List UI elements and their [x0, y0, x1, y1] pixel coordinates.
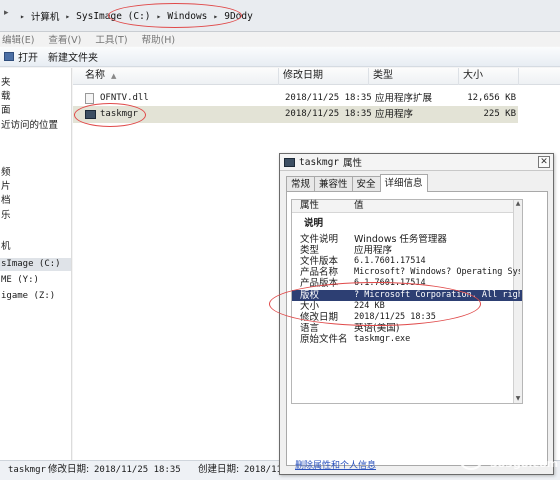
status-modified-value: 2018/11/25 18:35: [94, 465, 181, 475]
header-property[interactable]: 属性: [300, 200, 319, 212]
property-value: 应用程序: [354, 245, 393, 256]
nav-item[interactable]: 机: [0, 240, 71, 253]
property-value: taskmgr.exe: [354, 334, 411, 344]
column-size[interactable]: 大小: [459, 68, 519, 85]
property-value: Windows 任务管理器: [354, 234, 447, 245]
file-type: 应用程序: [375, 109, 414, 120]
watermark-title: 阿四三国: [490, 442, 534, 455]
column-name-label: 名称: [85, 70, 105, 81]
property-row[interactable]: 类型 应用程序: [292, 245, 522, 256]
dll-file-icon: [85, 93, 94, 104]
watermark-logo: D 阿四三国 583go.com: [458, 440, 558, 476]
file-date: 2018/11/25 18:35: [285, 93, 372, 103]
close-button[interactable]: ✕: [538, 156, 550, 168]
crumb-separator-icon: ▸: [20, 11, 25, 21]
annotation-oval: [269, 282, 481, 326]
file-date: 2018/11/25 18:35: [285, 109, 372, 119]
nav-item[interactable]: 载: [0, 90, 71, 103]
dialog-title-name: taskmgr: [299, 156, 340, 168]
dialog-title-suffix: 属性: [343, 158, 363, 169]
open-button[interactable]: 打开: [4, 49, 38, 64]
crumb-separator-icon: ▸: [65, 11, 71, 21]
sort-up-icon: ▲: [111, 72, 117, 80]
property-row[interactable]: 文件说明 Windows 任务管理器: [292, 234, 522, 245]
column-headers: 名称 ▲ 修改日期 类型 大小: [73, 68, 560, 85]
new-folder-button[interactable]: 新建文件夹: [48, 49, 98, 64]
nav-item[interactable]: 档: [0, 194, 71, 207]
file-row-ofntv[interactable]: OFNTV.dll 2018/11/25 18:35 应用程序扩展 12,656…: [73, 90, 518, 107]
file-size: 12,656 KB: [467, 93, 516, 103]
remove-properties-link[interactable]: 删除属性和个人信息: [295, 458, 376, 471]
column-date-label: 修改日期: [283, 70, 323, 81]
status-created-label: 创建日期:: [198, 464, 240, 475]
scroll-up-icon[interactable]: ▲: [514, 200, 522, 208]
navigation-pane[interactable]: 夹载面近访问的位置频片档乐机 sImage (C:) ME (Y:) igame (Z…: [0, 68, 72, 460]
address-bar[interactable]: ▸ ▸ 计算机 ▸ SysImage (C:) ▸ Windows ▸ 9Dod…: [0, 0, 560, 32]
open-label: 打开: [18, 53, 38, 64]
tab-security[interactable]: 安全: [351, 176, 381, 192]
property-row[interactable]: 文件版本 6.1.7601.17514: [292, 256, 522, 267]
watermark-icon: D: [458, 444, 484, 470]
tab-compatibility[interactable]: 兼容性: [314, 176, 353, 192]
nav-item[interactable]: 面: [0, 104, 71, 117]
nav-item[interactable]: sImage (C:): [0, 258, 71, 271]
menu-help[interactable]: 帮助(H): [142, 32, 176, 46]
property-value: Microsoft? Windows? Operating System: [354, 267, 520, 277]
column-name[interactable]: 名称 ▲: [73, 68, 279, 85]
toolbar: 打开 新建文件夹: [0, 47, 560, 67]
crumb-computer[interactable]: 计算机: [31, 9, 60, 23]
annotation-oval: [74, 103, 146, 127]
dialog-titlebar[interactable]: taskmgr 属性 ✕: [280, 154, 553, 171]
status-file-name: taskmgr: [8, 465, 46, 475]
property-key: 原始文件名: [300, 334, 348, 345]
nav-item[interactable]: 频: [0, 166, 71, 179]
dialog-tabs: 常规 兼容性 安全 详细信息: [286, 174, 428, 192]
annotation-oval: [108, 3, 242, 28]
watermark-url: 583go.com: [490, 457, 559, 470]
new-folder-label: 新建文件夹: [48, 53, 98, 64]
header-value[interactable]: 值: [354, 200, 364, 212]
nav-item[interactable]: ME (Y:): [0, 274, 71, 287]
property-row[interactable]: 原始文件名 taskmgr.exe: [292, 334, 522, 345]
nav-item[interactable]: 夹: [0, 76, 71, 89]
file-type: 应用程序扩展: [375, 93, 433, 104]
nav-item[interactable]: 近访问的位置: [0, 119, 71, 132]
nav-item[interactable]: 片: [0, 180, 71, 193]
column-size-label: 大小: [463, 70, 483, 81]
property-value: 6.1.7601.17514: [354, 256, 426, 266]
property-key: 文件说明: [300, 234, 339, 245]
taskmgr-icon: [284, 157, 295, 167]
property-key: 语言: [300, 323, 320, 334]
menu-bar: 编辑(E) 查看(V) 工具(T) 帮助(H): [0, 32, 560, 46]
menu-tools[interactable]: 工具(T): [95, 32, 127, 46]
column-type-label: 类型: [373, 70, 393, 81]
property-grid-header: 属性 值: [292, 200, 522, 213]
tab-general[interactable]: 常规: [286, 176, 316, 192]
column-date[interactable]: 修改日期: [279, 68, 369, 85]
scroll-down-icon[interactable]: ▼: [514, 395, 522, 403]
property-key: 类型: [300, 245, 320, 256]
menu-view[interactable]: 查看(V): [48, 32, 81, 46]
status-modified-label: 修改日期:: [48, 464, 90, 475]
menu-edit[interactable]: 编辑(E): [2, 32, 34, 46]
property-row[interactable]: 产品名称 Microsoft? Windows? Operating System: [292, 267, 522, 278]
file-size: 225 KB: [483, 109, 516, 119]
section-description: 说明: [304, 218, 324, 229]
property-key: 文件版本: [300, 256, 339, 267]
column-type[interactable]: 类型: [369, 68, 459, 85]
open-icon: [4, 52, 14, 61]
nav-item[interactable]: 乐: [0, 209, 71, 222]
nav-item[interactable]: igame (Z:): [0, 290, 71, 303]
tab-details[interactable]: 详细信息: [379, 174, 428, 192]
property-key: 产品名称: [300, 267, 339, 278]
